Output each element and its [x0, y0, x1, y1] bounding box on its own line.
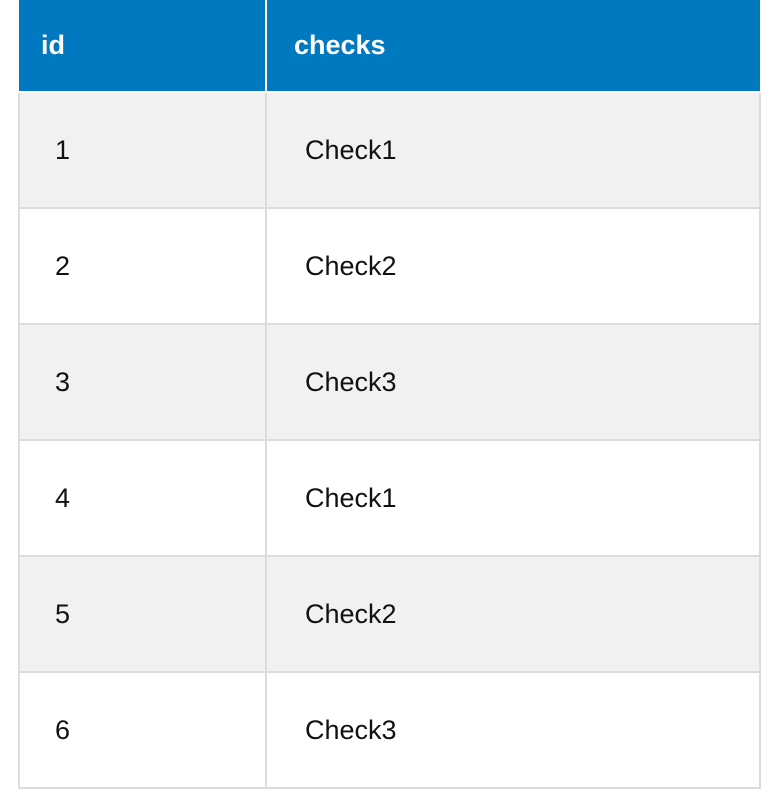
cell-id: 5 [18, 555, 267, 673]
cell-checks: Check1 [265, 91, 761, 209]
table-row: 3 Check3 [18, 323, 761, 441]
table-header: id checks [19, 0, 760, 93]
cell-checks: Check1 [265, 439, 761, 557]
cell-checks: Check2 [265, 555, 761, 673]
cell-id: 4 [18, 439, 267, 557]
table-row: 2 Check2 [18, 207, 761, 325]
data-table: id checks 1 Check1 2 Check2 3 Check3 4 C… [18, 0, 761, 789]
cell-id: 3 [18, 323, 267, 441]
table-row: 5 Check2 [18, 555, 761, 673]
cell-id: 2 [18, 207, 267, 325]
cell-checks: Check3 [265, 671, 761, 789]
cell-id: 1 [18, 91, 267, 209]
table-body: 1 Check1 2 Check2 3 Check3 4 Check1 5 Ch… [18, 91, 761, 789]
table-row: 4 Check1 [18, 439, 761, 557]
header-row: id checks [19, 0, 760, 93]
cell-checks: Check2 [265, 207, 761, 325]
cell-id: 6 [18, 671, 267, 789]
table-row: 6 Check3 [18, 671, 761, 789]
cell-checks: Check3 [265, 323, 761, 441]
table-row: 1 Check1 [18, 91, 761, 209]
column-header-checks: checks [265, 0, 760, 93]
column-header-id: id [19, 0, 267, 93]
